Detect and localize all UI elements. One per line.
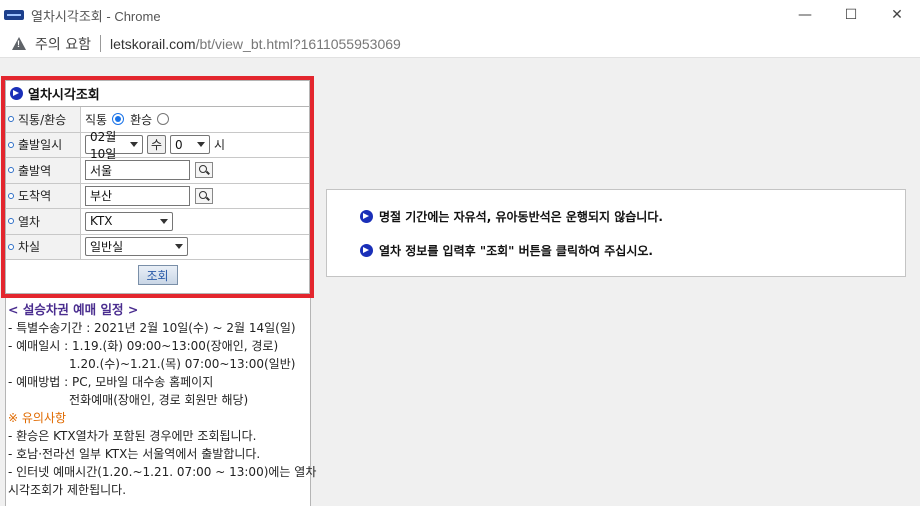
- label-text: 출발일시: [18, 138, 63, 153]
- close-button[interactable]: ✕: [874, 0, 920, 30]
- bullet-icon: [8, 167, 14, 174]
- departure-date-field: 02월 10일 수 0 시: [81, 130, 309, 161]
- address-separator: [99, 35, 101, 52]
- train-type-label: 열차: [6, 209, 81, 234]
- departure-station-label: 출발역: [6, 158, 81, 183]
- hour-select-value: 0: [175, 137, 183, 152]
- notice-item: 열차 정보를 입력후 "조회" 버튼을 클릭하여 주십시오.: [360, 242, 653, 259]
- caution-title: ※ 유의사항: [8, 411, 67, 425]
- page-content: 열차시각조회 직통/환승 직통 환승 출발일시 02월 10일 수 0 시 출발…: [0, 58, 920, 506]
- date-select-value: 02월 10일: [90, 129, 117, 161]
- notice-text: 열차 정보를 입력후 "조회" 버튼을 클릭하여 주십시오.: [379, 244, 653, 258]
- chevron-down-icon: [130, 142, 138, 148]
- weekday-box: 수: [147, 135, 167, 155]
- seat-class-value: 일반실: [90, 240, 124, 255]
- transfer-option-label: 환승: [130, 112, 153, 127]
- transfer-radio[interactable]: [157, 113, 170, 126]
- info-line: - 특별수송기간 : 2021년 2월 10일(수) ~ 2월 14일(일): [8, 321, 296, 335]
- train-type-field: KTX: [81, 209, 309, 234]
- search-panel-title: 열차시각조회: [28, 88, 100, 103]
- departure-search-icon[interactable]: [195, 162, 213, 179]
- date-select[interactable]: 02월 10일: [85, 130, 143, 161]
- arrival-station-label: 도착역: [6, 183, 81, 208]
- departure-date-row: 출발일시 02월 10일 수 0 시: [6, 130, 309, 161]
- notice-text: 명절 기간에는 자유석, 유아동반석은 운행되지 않습니다.: [379, 210, 663, 224]
- info-line: - 예매일시 : 1.19.(화) 09:00~13:00(장애인, 경로): [8, 339, 279, 353]
- arrival-search-icon[interactable]: [195, 187, 213, 204]
- caution-line: - 환승은 KTX열차가 포함된 경우에만 조회됩니다.: [8, 429, 257, 443]
- direct-option-label: 직통: [85, 112, 108, 127]
- arrow-right-circle-icon: [360, 244, 373, 257]
- train-type-row: 열차 KTX: [6, 209, 309, 235]
- info-line: 1.20.(수)~1.21.(목) 07:00~13:00(일반): [8, 357, 296, 371]
- arrival-station-row: 도착역 부산: [6, 183, 309, 209]
- departure-station-field: 서울: [81, 158, 309, 183]
- seat-class-row: 차실 일반실: [6, 234, 309, 260]
- schedule-info-panel: < 설승차권 예매 일정 > - 특별수송기간 : 2021년 2월 10일(수…: [5, 298, 317, 506]
- window-title: 열차시각조회 - Chrome: [31, 8, 161, 24]
- caution-line: - 인터넷 예매시간(1.20.~1.21. 07:00 ~ 13:00)에는 …: [8, 465, 317, 479]
- hour-select[interactable]: 0: [170, 135, 211, 155]
- arrival-station-input[interactable]: 부산: [85, 185, 190, 206]
- chevron-down-icon: [160, 218, 168, 224]
- departure-date-label: 출발일시: [6, 132, 81, 157]
- url-path: /bt/view_bt.html?1611055953069: [195, 35, 401, 52]
- notice-item: 명절 기간에는 자유석, 유아동반석은 운행되지 않습니다.: [360, 208, 663, 225]
- bullet-icon: [8, 141, 14, 148]
- seat-class-field: 일반실: [81, 235, 309, 260]
- address-bar[interactable]: 주의 요함 letskorail.com/bt/view_bt.html?161…: [0, 30, 920, 58]
- departure-station-row: 출발역 서울: [6, 158, 309, 184]
- url-host: letskorail.com: [109, 35, 196, 52]
- label-text: 출발역: [18, 163, 52, 178]
- train-type-select[interactable]: KTX: [85, 211, 173, 231]
- url-text[interactable]: letskorail.com/bt/view_bt.html?161105595…: [110, 36, 401, 52]
- search-panel-header: 열차시각조회: [6, 81, 309, 107]
- warning-icon[interactable]: [12, 36, 26, 51]
- label-text: 직통/환승: [18, 112, 67, 127]
- arrow-right-circle-icon: [10, 87, 23, 100]
- departure-station-input[interactable]: 서울: [85, 160, 190, 181]
- bullet-icon: [8, 218, 14, 225]
- label-text: 도착역: [18, 189, 52, 204]
- search-button-row: 조회: [6, 260, 309, 290]
- search-button[interactable]: 조회: [137, 265, 178, 285]
- search-form: 열차시각조회 직통/환승 직통 환승 출발일시 02월 10일 수 0 시 출발…: [5, 80, 310, 294]
- window-controls: — ☐ ✕: [782, 0, 920, 30]
- caution-line: 시각조회가 제한됩니다.: [8, 483, 127, 497]
- seat-class-select[interactable]: 일반실: [85, 237, 188, 257]
- arrival-station-field: 부산: [81, 184, 309, 209]
- window-titlebar: 열차시각조회 - Chrome — ☐ ✕: [0, 0, 920, 30]
- hour-unit: 시: [214, 138, 226, 153]
- bullet-icon: [8, 116, 14, 123]
- direct-transfer-label: 직통/환승: [6, 107, 81, 132]
- korail-logo-icon: [4, 10, 24, 20]
- maximize-button[interactable]: ☐: [828, 0, 874, 30]
- bullet-icon: [8, 192, 14, 199]
- label-text: 열차: [18, 214, 41, 229]
- seat-class-label: 차실: [6, 234, 81, 259]
- minimize-button[interactable]: —: [782, 0, 828, 30]
- direct-radio[interactable]: [112, 113, 125, 126]
- search-panel: 열차시각조회 직통/환승 직통 환승 출발일시 02월 10일 수 0 시 출발…: [1, 76, 314, 298]
- chevron-down-icon: [175, 244, 183, 250]
- caution-line: - 호남·전라선 일부 KTX는 서울역에서 출발합니다.: [8, 447, 261, 461]
- info-line: - 예매방법 : PC, 모바일 대수송 홈페이지: [8, 375, 214, 389]
- notice-box: 명절 기간에는 자유석, 유아동반석은 운행되지 않습니다. 열차 정보를 입력…: [326, 189, 906, 277]
- bullet-icon: [8, 243, 14, 250]
- arrow-right-circle-icon: [360, 210, 373, 223]
- direct-transfer-row: 직통/환승 직통 환승: [6, 107, 309, 133]
- label-text: 차실: [18, 240, 41, 255]
- chevron-down-icon: [197, 142, 206, 148]
- security-warning-label[interactable]: 주의 요함: [35, 34, 91, 54]
- schedule-info-title: < 설승차권 예매 일정 >: [8, 302, 139, 317]
- train-type-value: KTX: [90, 214, 113, 229]
- info-line: 전화예매(장애인, 경로 회원만 해당): [8, 393, 249, 407]
